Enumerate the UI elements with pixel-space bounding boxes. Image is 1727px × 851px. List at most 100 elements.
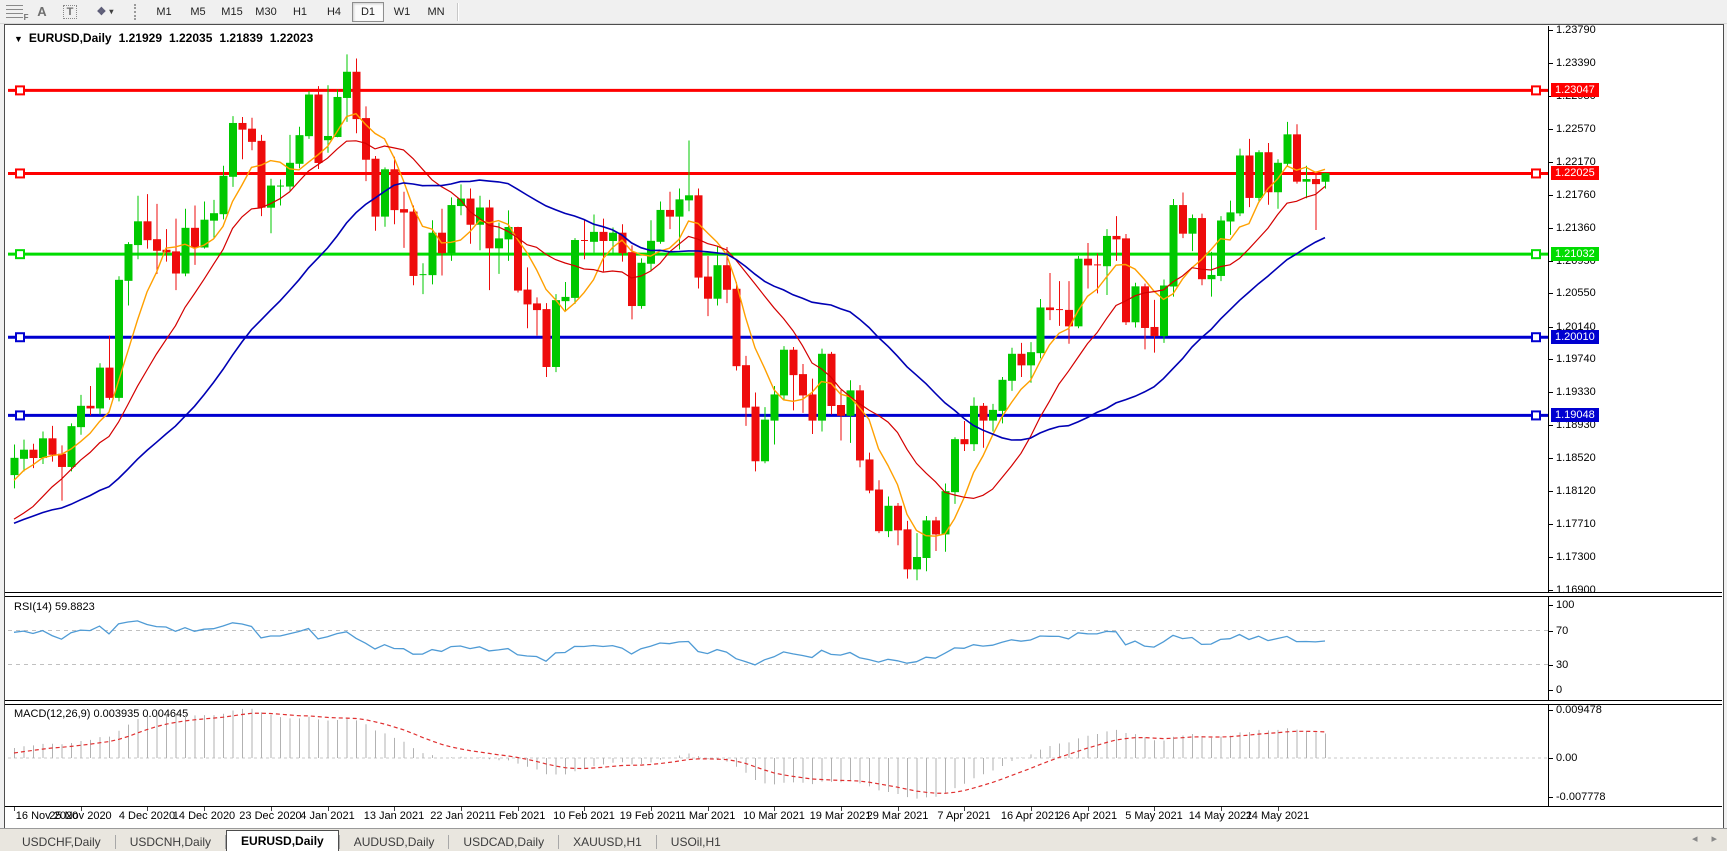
candle-body [1313,180,1320,184]
candle-body [1189,219,1196,234]
candle-body [173,252,180,273]
hline-handle-right[interactable] [1532,333,1540,341]
hline-handle-right[interactable] [1532,411,1540,419]
timeframe-group: M1M5M15M30H1H4D1W1MN [147,2,453,22]
timeframe-button-h1[interactable]: H1 [284,2,316,22]
candle-body [980,406,987,420]
timeframe-button-mn[interactable]: MN [420,2,452,22]
rsi-axis-label: 0 [1556,684,1562,696]
candle-body [1161,286,1168,336]
price-line-badge: 1.22025 [1551,166,1599,180]
candle-body [1123,239,1130,322]
candle-body [1018,354,1025,365]
price-axis-label: 1.22570 [1556,123,1596,135]
candle-body [125,245,132,281]
candle-body [258,141,265,207]
price-axis-label: 1.19740 [1556,353,1596,365]
tab-scroll-right-icon[interactable]: ▸ [1711,832,1717,845]
timeframe-button-d1[interactable]: D1 [352,2,384,22]
hline-handle-right[interactable] [1532,169,1540,177]
text-label-icon[interactable]: A [29,2,55,21]
hline-handle-right[interactable] [1532,86,1540,94]
candle-body [1294,135,1301,181]
candle-body [1284,135,1291,163]
tab-usoil-h1[interactable]: USOil,H1 [657,833,735,851]
candle-body [296,136,303,164]
price-chart-canvas[interactable] [8,26,1548,592]
candle-body [781,350,788,395]
hline-handle-left[interactable] [16,333,24,341]
hline-handle-left[interactable] [16,411,24,419]
candle-body [182,228,189,273]
candle-body [695,196,702,277]
candle-body [534,304,541,310]
timeframe-button-m30[interactable]: M30 [250,2,282,22]
candle-body [600,232,607,240]
candle-body [40,439,47,458]
timeframe-button-w1[interactable]: W1 [386,2,418,22]
candle-body [942,492,949,534]
candle-body [648,241,655,263]
candle-body [49,439,56,454]
toolbar: F A T ❖ ▾ M1M5M15M30H1H4D1W1MN [0,0,1727,24]
hline-handle-left[interactable] [16,169,24,177]
text-glyph: T [63,5,78,19]
candle-body [1113,236,1120,238]
candle-body [553,301,560,367]
candle-body [1208,275,1215,278]
fibo-lines-glyph: F [6,5,23,18]
text-tool-icon[interactable]: T [57,2,83,21]
rsi-axis-label: 70 [1556,625,1568,637]
candle-body [486,208,493,248]
candle-body [1028,353,1035,365]
timeframe-button-h4[interactable]: H4 [318,2,350,22]
macd-axis-label: 0.009478 [1556,704,1602,716]
toolbar-grip[interactable] [134,4,141,20]
tab-scroll-left-icon[interactable]: ◂ [1692,832,1698,845]
candle-body [866,460,873,490]
candle-body [1256,153,1263,198]
candle-body [144,222,151,240]
tab-usdcad-daily[interactable]: USDCAD,Daily [449,833,558,851]
candle-body [885,506,892,530]
arrows-tool-icon[interactable]: ❖ ▾ [85,2,125,21]
candle-body [325,136,332,139]
fibo-lines-icon[interactable]: F [1,2,27,21]
tab-usdcnh-daily[interactable]: USDCNH,Daily [116,833,225,851]
price-axis-label: 1.17710 [1556,518,1596,530]
tab-eurusd-daily[interactable]: EURUSD,Daily [226,830,339,851]
price-axis-tick [1549,293,1553,294]
timeframe-button-m15[interactable]: M15 [216,2,248,22]
hline-handle-left[interactable] [16,86,24,94]
candle-body [230,123,237,176]
timeframe-button-m5[interactable]: M5 [182,2,214,22]
candle-body [762,420,769,461]
price-axis-tick [1549,458,1553,459]
hline-handle-right[interactable] [1532,250,1540,258]
candle-body [999,380,1006,410]
price-axis-line [1548,26,1549,806]
candle-body [572,241,579,298]
chevron-down-icon[interactable]: ▾ [109,7,113,16]
candle-body [1132,287,1139,322]
macd-canvas[interactable] [8,703,1548,806]
candle-body [1227,213,1234,221]
candle-body [220,176,227,213]
symbol-tabbar: USDCHF,DailyUSDCNH,DailyEURUSD,DailyAUDU… [0,828,1727,851]
price-axis-tick [1549,557,1553,558]
price-axis-label: 1.20550 [1556,287,1596,299]
tab-usdchf-daily[interactable]: USDCHF,Daily [8,833,115,851]
candle-body [743,366,750,407]
rsi-canvas[interactable] [8,596,1548,700]
rsi-axis-tick [1549,690,1553,691]
tab-xauusd-h1[interactable]: XAUUSD,H1 [559,833,656,851]
candle-body [686,196,693,200]
tab-audusd-daily[interactable]: AUDUSD,Daily [340,833,449,851]
timeframe-button-m1[interactable]: M1 [148,2,180,22]
candle-body [106,368,113,397]
price-axis-label: 1.18120 [1556,485,1596,497]
hline-handle-left[interactable] [16,250,24,258]
candle-body [78,406,85,426]
candle-body [496,239,503,248]
candle-body [1170,206,1177,286]
